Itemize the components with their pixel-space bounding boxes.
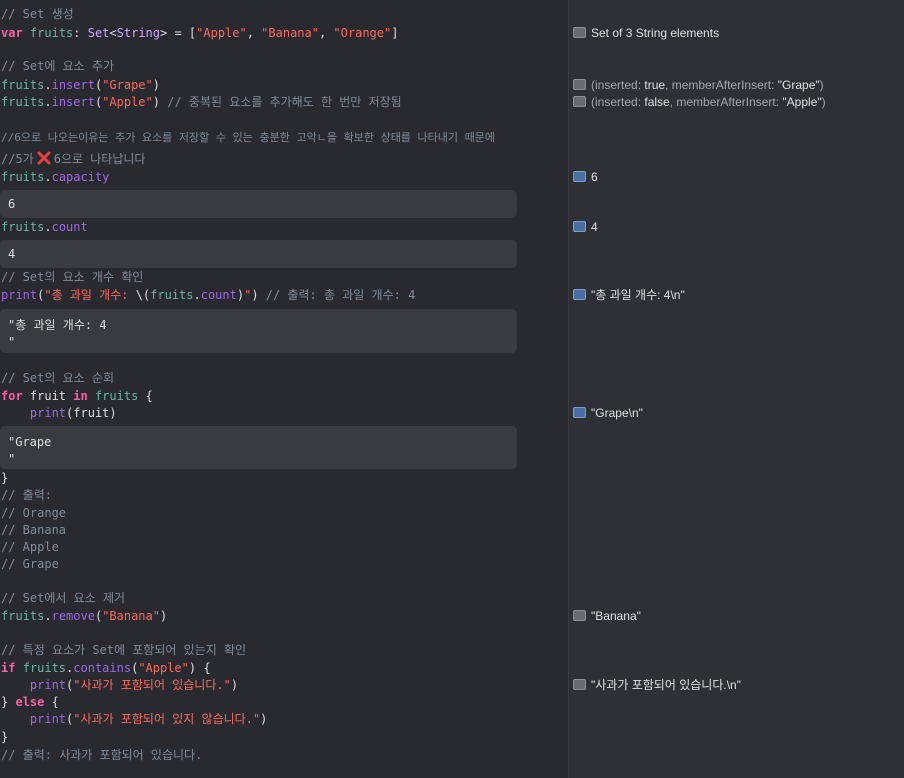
code-comment: // Set의 요소 순회: [1, 371, 114, 385]
code-line-print-count: print("총 과일 개수: \(fruits.count)") // 출력:…: [1, 288, 416, 302]
code-comment: //5가 6으로 나타납니다: [1, 151, 146, 166]
result-toggle-icon[interactable]: [573, 610, 586, 621]
code-line-insert-apple: fruits.insert("Apple") // 중복된 요소를 추가해도 한…: [1, 95, 402, 109]
code-line-else: } else {: [1, 695, 59, 709]
code-line-for-loop: for fruit in fruits {: [1, 389, 153, 403]
code-comment: // 출력: 사과가 포함되어 있습니다.: [1, 748, 203, 762]
code-comment: // Orange: [1, 506, 67, 520]
code-line-brace: }: [1, 730, 9, 744]
code-comment: // 특정 요소가 Set에 포함되어 있는지 확인: [1, 643, 247, 657]
inline-result-box: "총 과일 개수: 4 ": [0, 309, 517, 353]
code-line-brace: }: [1, 471, 9, 485]
cross-mark-icon: [37, 151, 51, 165]
result-toggle-icon[interactable]: [573, 407, 586, 418]
result-row[interactable]: Set of 3 String elements: [573, 25, 719, 41]
code-line-remove: fruits.remove("Banana"): [1, 609, 168, 623]
result-row[interactable]: 4: [573, 219, 598, 235]
code-line-if: if fruits.contains("Apple") {: [1, 661, 211, 675]
code-comment: // Set에 요소 추가: [1, 59, 114, 73]
result-row[interactable]: "사과가 포함되어 있습니다.\n": [573, 677, 741, 693]
result-row[interactable]: "Grape\n": [573, 405, 643, 421]
code-editor[interactable]: // Set 생성 var fruits: Set<String> = ["Ap…: [0, 0, 568, 778]
code-line-print-contains: print("사과가 포함되어 있습니다."): [29, 678, 239, 692]
code-comment: // Apple: [1, 540, 59, 554]
code-comment: // Set에서 요소 제거: [1, 591, 126, 605]
result-toggle-icon[interactable]: [573, 79, 586, 90]
result-row[interactable]: "총 과일 개수: 4\n": [573, 287, 685, 303]
result-toggle-icon[interactable]: [573, 96, 586, 107]
code-line-capacity: fruits.capacity: [1, 170, 110, 184]
code-line-print-not-contains: print("사과가 포함되어 있지 않습니다."): [29, 712, 268, 726]
results-sidebar: [568, 0, 904, 778]
result-row[interactable]: "Banana": [573, 608, 641, 624]
code-line-declaration: var fruits: Set<String> = ["Apple", "Ban…: [1, 26, 399, 40]
result-toggle-icon[interactable]: [573, 171, 586, 182]
code-comment: // Set 생성: [1, 7, 74, 21]
inline-result-box: 4: [0, 240, 517, 268]
result-row[interactable]: (inserted: false, memberAfterInsert: "Ap…: [573, 94, 826, 110]
code-comment: // Grape: [1, 557, 59, 571]
result-toggle-icon[interactable]: [573, 27, 586, 38]
result-toggle-icon[interactable]: [573, 221, 586, 232]
code-line-insert-grape: fruits.insert("Grape"): [1, 78, 160, 92]
code-comment: // Set의 요소 개수 확인: [1, 270, 144, 284]
inline-result-box: 6: [0, 190, 517, 218]
code-line-print-fruit: print(fruit): [29, 406, 117, 420]
code-comment: // Banana: [1, 523, 67, 537]
result-row[interactable]: (inserted: true, memberAfterInsert: "Gra…: [573, 77, 824, 93]
code-comment: // 출력:: [1, 488, 52, 502]
result-toggle-icon[interactable]: [573, 679, 586, 690]
result-row[interactable]: 6: [573, 169, 598, 185]
code-line-count: fruits.count: [1, 220, 88, 234]
code-comment: //6으로 나오는이유는 추가 요소를 저장할 수 있는 충분한 고악ㄴ을 확보…: [1, 131, 496, 144]
inline-result-box: "Grape ": [0, 426, 517, 469]
result-toggle-icon[interactable]: [573, 289, 586, 300]
